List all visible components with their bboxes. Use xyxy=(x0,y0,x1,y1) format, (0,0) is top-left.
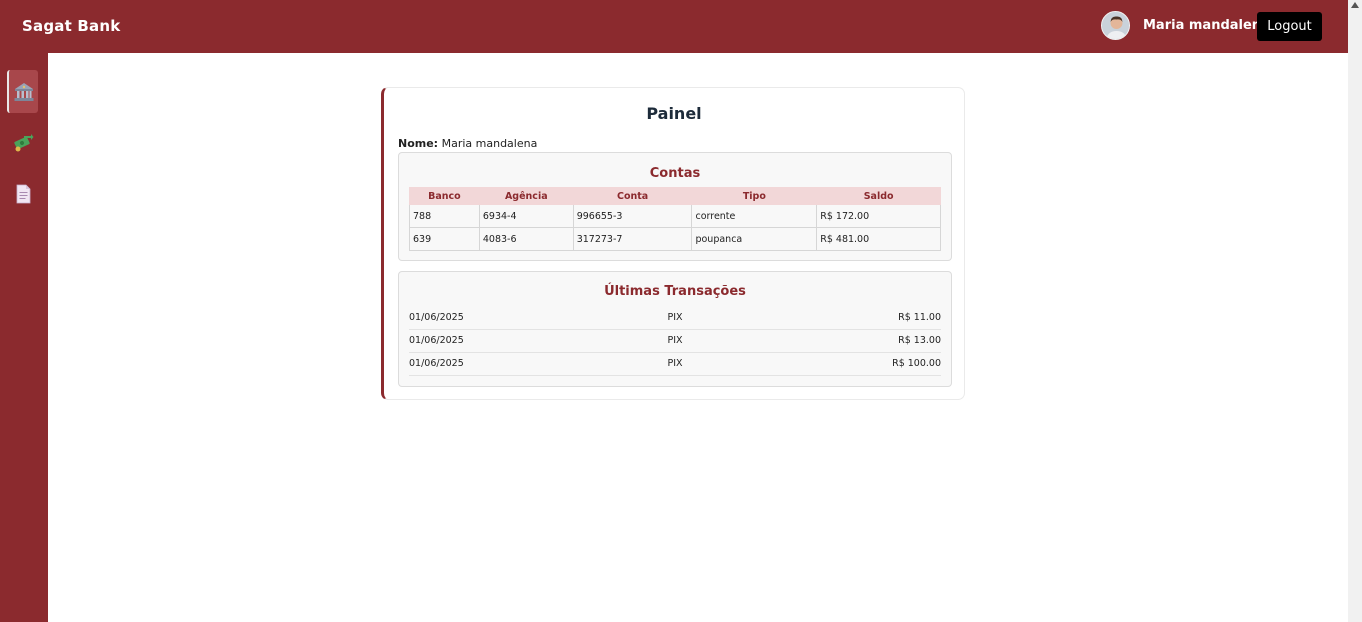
cell-agencia: 6934-4 xyxy=(478,204,574,228)
table-row: 788 6934-4 996655-3 corrente R$ 172.00 xyxy=(409,204,941,228)
dashboard-card: Painel Nome: Maria mandalena Contas Banc… xyxy=(381,87,965,400)
transaction-amount: R$ 13.00 xyxy=(898,335,941,346)
transactions-panel: Últimas Transações 01/06/2025 PIX R$ 11.… xyxy=(398,271,952,387)
transaction-type: PIX xyxy=(667,312,683,323)
name-label: Nome: xyxy=(398,137,439,150)
column-header-saldo: Saldo xyxy=(816,187,941,205)
cell-banco: 788 xyxy=(409,204,480,228)
column-header-agencia: Agência xyxy=(478,187,574,205)
user-name: Maria mandalena xyxy=(1143,18,1270,33)
column-header-tipo: Tipo xyxy=(691,187,818,205)
cell-agencia: 4083-6 xyxy=(478,227,574,251)
sidebar xyxy=(0,53,48,622)
cell-conta: 317273-7 xyxy=(572,227,693,251)
document-icon xyxy=(12,183,34,205)
sidebar-item-transfers[interactable] xyxy=(7,121,38,164)
transaction-row: 01/06/2025 PIX R$ 11.00 xyxy=(409,307,941,330)
cell-banco: 639 xyxy=(409,227,480,251)
brand-logo-text[interactable]: Sagat Bank xyxy=(22,17,120,35)
transaction-amount: R$ 11.00 xyxy=(898,312,941,323)
top-navbar: Sagat Bank Maria mandalena Logout xyxy=(0,0,1348,53)
accounts-panel: Contas Banco Agência Conta Tipo Saldo 78… xyxy=(398,152,952,261)
column-header-conta: Conta xyxy=(572,187,693,205)
cell-tipo: poupanca xyxy=(691,227,818,251)
accounts-title: Contas xyxy=(649,166,701,181)
transaction-row: 01/06/2025 PIX R$ 100.00 xyxy=(409,353,941,376)
user-avatar xyxy=(1101,11,1130,40)
transaction-amount: R$ 100.00 xyxy=(892,358,941,369)
table-header-row: Banco Agência Conta Tipo Saldo xyxy=(409,187,941,205)
user-name-line: Nome: Maria mandalena xyxy=(398,137,537,150)
sidebar-item-dashboard[interactable] xyxy=(7,70,38,113)
transactions-title: Últimas Transações xyxy=(604,284,746,299)
cell-saldo: R$ 172.00 xyxy=(816,204,941,228)
logout-button[interactable]: Logout xyxy=(1257,12,1322,41)
page-scrollbar[interactable] xyxy=(1348,0,1362,622)
cell-tipo: corrente xyxy=(691,204,818,228)
money-transfer-icon xyxy=(12,132,34,154)
transaction-type: PIX xyxy=(667,358,683,369)
table-row: 639 4083-6 317273-7 poupanca R$ 481.00 xyxy=(409,227,941,251)
cell-saldo: R$ 481.00 xyxy=(816,227,941,251)
name-value: Maria mandalena xyxy=(441,137,538,150)
bank-icon xyxy=(13,81,35,103)
transaction-type: PIX xyxy=(667,335,683,346)
accounts-table: Banco Agência Conta Tipo Saldo 788 6934-… xyxy=(409,187,941,251)
scroll-up-arrow-icon[interactable] xyxy=(1351,2,1359,8)
cell-conta: 996655-3 xyxy=(572,204,693,228)
page-title: Painel xyxy=(646,104,702,123)
column-header-banco: Banco xyxy=(409,187,480,205)
transaction-row: 01/06/2025 PIX R$ 13.00 xyxy=(409,330,941,353)
sidebar-item-statements[interactable] xyxy=(7,172,38,215)
